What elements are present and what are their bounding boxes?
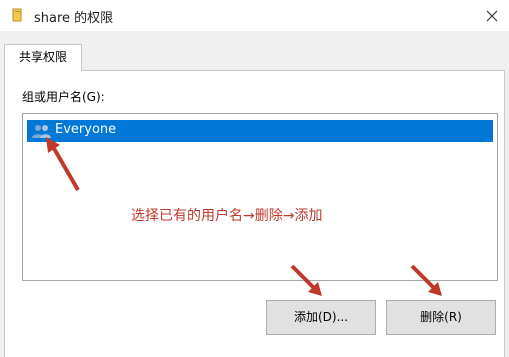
close-button[interactable] [475, 0, 509, 31]
window-title: share 的权限 [34, 11, 114, 26]
list-item-everyone[interactable]: Everyone [27, 120, 493, 142]
title-bar: share 的权限 [0, 0, 509, 31]
users-icon [32, 125, 51, 138]
remove-button[interactable]: 删除(R) [386, 300, 496, 335]
user-listbox[interactable]: Everyone [22, 113, 498, 281]
permissions-dialog: share 的权限 共享权限 组或用户名(G): Everyone 选择已有的用… [0, 0, 509, 357]
group-or-user-names-label: 组或用户名(G): [22, 90, 105, 104]
add-button[interactable]: 添加(D)... [266, 300, 376, 335]
list-item-label: Everyone [55, 122, 117, 137]
tab-share-permissions[interactable]: 共享权限 [4, 44, 82, 71]
folder-icon [12, 8, 22, 22]
annotation-text: 选择已有的用户名→删除→添加 [131, 208, 323, 224]
close-icon [486, 10, 498, 21]
